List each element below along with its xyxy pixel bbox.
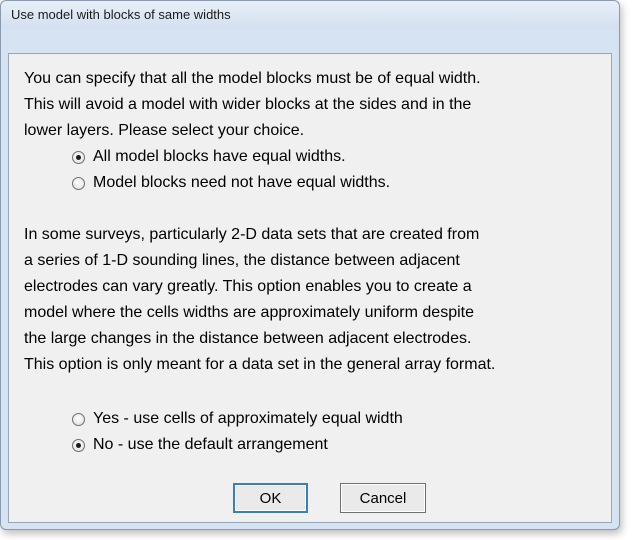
radio-label[interactable]: No - use the default arrangement [93,436,328,454]
radio-button-unchecked[interactable] [72,176,85,190]
radio-label[interactable]: Model blocks need not have equal widths. [93,174,390,192]
radio-equal-widths[interactable]: All model blocks have equal widths. [72,144,346,170]
dialog-title: Use model with blocks of same widths [11,7,231,22]
ok-button[interactable]: OK [233,483,308,513]
cell-width-description: In some surveys, particularly 2-D data s… [24,226,496,373]
cancel-button[interactable]: Cancel [340,483,426,513]
radio-button-checked[interactable] [72,150,85,164]
title-bar[interactable]: Use model with blocks of same widths [1,1,619,29]
radio-unequal-widths[interactable]: Model blocks need not have equal widths. [72,170,390,196]
dialog-window: Use model with blocks of same widths You… [0,0,620,530]
block-width-description: You can specify that all the model block… [24,70,481,139]
radio-label[interactable]: Yes - use cells of approximately equal w… [93,410,403,428]
radio-button-checked[interactable] [72,438,85,452]
dialog-content: You can specify that all the model block… [8,53,612,523]
radio-default-arrangement[interactable]: No - use the default arrangement [72,432,328,458]
radio-button-unchecked[interactable] [72,412,85,426]
radio-label[interactable]: All model blocks have equal widths. [93,148,346,166]
radio-use-equal-cells[interactable]: Yes - use cells of approximately equal w… [72,406,403,432]
